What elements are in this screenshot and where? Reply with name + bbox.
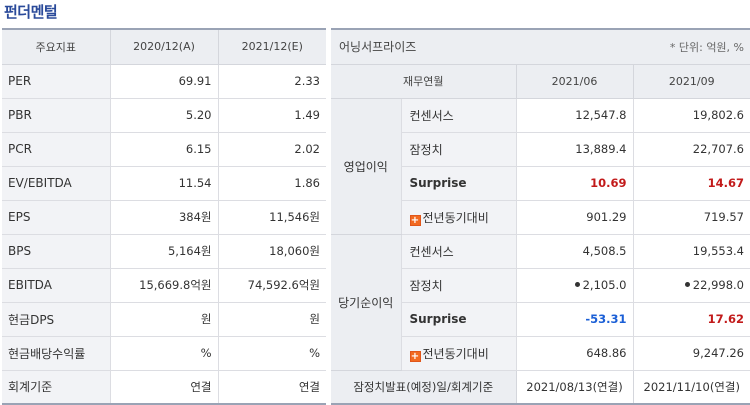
row-label: 잠정치 [400,132,516,167]
yoy-label: 전년동기대비 [422,346,489,361]
plus-icon[interactable]: + [409,350,421,362]
row-label: 잠정치 [400,268,516,303]
bullet-icon [574,282,580,287]
table-row: PCR 6.15 2.02 [2,132,326,167]
value-2021: 1.86 [217,166,326,201]
table-row: EV/EBITDA 11.54 1.86 [2,166,326,201]
row-label: PER [2,64,110,99]
table-row: 현금배당수익률%% [2,336,326,371]
value-2020: 11.54 [109,166,218,201]
value-2020: 15,669.8억원 [109,268,218,303]
page-title: 펀더멘털 [4,3,58,21]
column-header-period: 재무연월 [331,64,516,99]
value-2021-06: 13,889.4 [515,132,633,167]
announcement-date-2021-09: 2021/11/10(연결) [632,370,750,404]
value-2021-06: 12,547.8 [515,98,633,133]
value-2021: 11,546원 [217,200,326,235]
table-row: 현금DPS 원 원 [2,302,326,337]
value-text: 22,998.0 [692,278,744,292]
value-2021: 원 [217,302,326,337]
plus-icon[interactable]: + [409,214,421,226]
row-label: EV/EBITDA [2,166,110,201]
column-header-2021-09: 2021/09 [632,64,750,99]
earnings-surprise-table: 어닝서프라이즈 * 단위: 억원, % 재무연월 2021/06 2021/09… [331,28,750,405]
row-label: EPS [2,200,110,235]
column-header-2020: 2020/12(A) [109,29,218,65]
group-label-net-income: 당기순이익 [331,234,401,371]
table-row: EBITDA 15,669.8억원 74,592.6억원 [2,268,326,303]
surprise-value-2021-06: -53.31 [515,302,633,337]
value-2021: 1.49 [217,98,326,133]
value-2020: 384원 [109,200,218,235]
value-text: 2,105.0 [582,278,627,292]
table-row: BPS 5,164원 18,060원 [2,234,326,269]
row-label: PBR [2,98,110,133]
value-2021-09: 22,707.6 [632,132,750,167]
value-2021-06: 4,508.5 [515,234,633,269]
row-label: 컨센서스 [400,234,516,269]
value-2020: 5.20 [109,98,218,133]
value-2021-09: 22,998.0 [632,268,750,303]
table-row: EPS 384원 11,546원 [2,200,326,235]
value-2020: 원 [109,302,218,337]
row-label: PCR [2,132,110,167]
row-label-surprise: Surprise [400,166,516,201]
row-label: BPS [2,234,110,269]
yoy-label: 전년동기대비 [422,210,489,225]
row-label: EBITDA [2,268,110,303]
value-2021-06: 2,105.0 [515,268,633,303]
value-2021-06: 648.86 [515,336,633,371]
value-2021: 2.33 [217,64,326,99]
table-row: 회계기준 연결 연결 [2,370,326,404]
table-row: 영업이익 컨센서스 12,547.8 19,802.6 [331,98,750,235]
value-2020: 6.15 [109,132,218,167]
value-2021: % [217,336,326,371]
value-2021: 18,060원 [217,234,326,269]
value-2021: 74,592.6억원 [217,268,326,303]
surprise-value-2021-09: 14.67 [632,166,750,201]
table-row: PER 69.91 2.33 [2,64,326,99]
group-label-operating-profit: 영업이익 [331,98,401,235]
row-label: 현금DPS [2,302,110,337]
value-2021-09: 19,802.6 [632,98,750,133]
row-label: 컨센서스 [400,98,516,133]
fundamentals-table: 주요지표 2020/12(A) 2021/12(E) PER 69.91 2.33 … [2,28,326,405]
value-2020: 5,164원 [109,234,218,269]
table-row: 당기순이익 컨센서스 4,508.5 19,553.4 [331,234,750,371]
value-2021-06: 901.29 [515,200,633,235]
value-2021: 2.02 [217,132,326,167]
value-2020: 69.91 [109,64,218,99]
row-label: 회계기준 [2,370,110,404]
bullet-icon [684,282,690,287]
row-label-yoy: + 전년동기대비 [400,336,516,371]
value-2021-09: 9,247.26 [632,336,750,371]
value-2021-09: 19,553.4 [632,234,750,269]
unit-note: * 단위: 억원, % [516,29,750,65]
row-label-yoy: + 전년동기대비 [400,200,516,235]
table-row: PBR 5.20 1.49 [2,98,326,133]
earnings-title: 어닝서프라이즈 [331,29,516,65]
column-header-2021: 2021/12(E) [217,29,326,65]
row-label: 현금배당수익률 [2,336,110,371]
announcement-date-2021-06: 2021/08/13(연결) [515,370,633,404]
surprise-value-2021-06: 10.69 [515,166,633,201]
value-2020: % [109,336,218,371]
value-2021: 연결 [217,370,326,404]
announcement-date-label: 잠정치발표(예정)일/회계기준 [331,370,516,404]
row-label-surprise: Surprise [400,302,516,337]
value-2021-09: 719.57 [632,200,750,235]
surprise-value-2021-09: 17.62 [632,302,750,337]
column-header-2021-06: 2021/06 [515,64,633,99]
column-header-indicator: 주요지표 [2,29,110,65]
value-2020: 연결 [109,370,218,404]
